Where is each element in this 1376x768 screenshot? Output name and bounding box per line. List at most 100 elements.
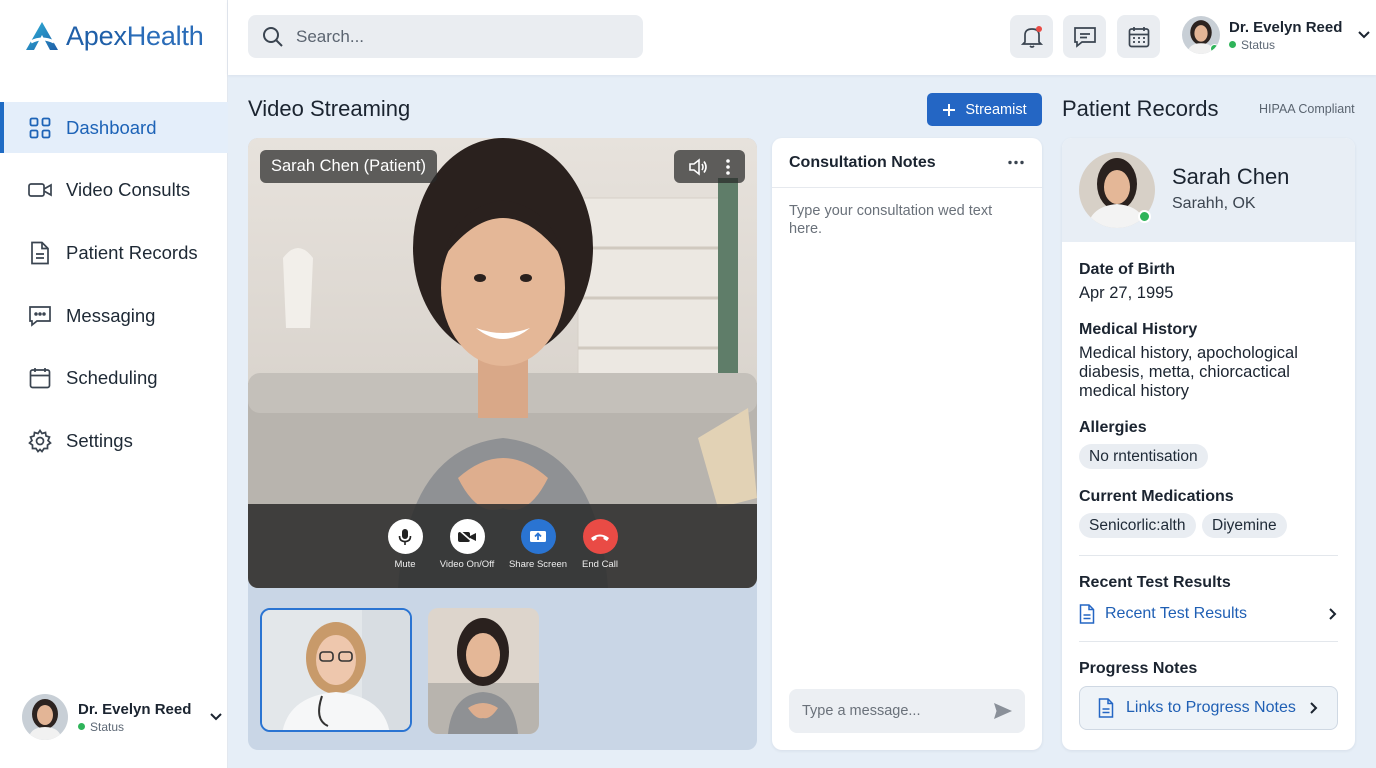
- chevron-down-icon: [210, 713, 223, 721]
- patient-header: Sarah Chen Sarahh, OK: [1062, 138, 1355, 242]
- tests-label: Recent Test Results: [1079, 574, 1231, 591]
- call-controls: Mute Video On/Off Share Screen End Call: [248, 504, 757, 588]
- patient-name: Sarah Chen: [1172, 164, 1290, 189]
- chevron-right-icon: [1329, 608, 1337, 620]
- search-bar[interactable]: [248, 15, 643, 58]
- sidebar-item-messaging[interactable]: Messaging: [0, 290, 228, 341]
- progress-label: Progress Notes: [1079, 660, 1198, 677]
- progress-notes-link[interactable]: Links to Progress Notes: [1079, 686, 1338, 730]
- sidebar-item-label: Dashboard: [66, 116, 157, 138]
- sidebar-item-label: Scheduling: [66, 367, 158, 389]
- allergy-chip: No rntentisation: [1079, 444, 1208, 469]
- share-screen-icon: [530, 530, 546, 542]
- top-user-menu[interactable]: Dr. Evelyn Reed Status: [1182, 16, 1371, 54]
- compliance-label: HIPAA Compliant: [1259, 102, 1355, 116]
- sidebar-user-menu[interactable]: Dr. Evelyn Reed Status: [22, 694, 223, 740]
- sidebar-item-label: Patient Records: [66, 241, 198, 263]
- more-horizontal-icon[interactable]: [1007, 160, 1025, 165]
- user-name: Dr. Evelyn Reed: [1229, 18, 1343, 36]
- sidebar-item-settings[interactable]: Settings: [0, 415, 228, 466]
- avatar: [1182, 16, 1220, 54]
- divider: [1079, 641, 1338, 642]
- user-status: Status: [1229, 38, 1342, 52]
- sidebar-item-patient-records[interactable]: Patient Records: [0, 227, 228, 278]
- chevron-right-icon: [1310, 702, 1318, 714]
- calendar-icon: [28, 366, 52, 390]
- message-box[interactable]: [789, 689, 1025, 733]
- user-name: Dr. Evelyn Reed: [78, 700, 192, 718]
- sidebar-item-label: Video Consults: [66, 179, 191, 201]
- dob-label: Date of Birth: [1079, 261, 1175, 278]
- messages-button[interactable]: [1063, 15, 1106, 58]
- search-icon: [263, 26, 283, 47]
- patient-location: Sarahh, OK: [1172, 195, 1256, 212]
- grid-icon: [28, 116, 52, 140]
- notes-title: Consultation Notes: [789, 153, 936, 171]
- sidebar-item-label: Messaging: [66, 304, 156, 326]
- notifications-button[interactable]: [1010, 15, 1053, 58]
- video-toggle-button[interactable]: Video On/Off: [427, 519, 507, 570]
- search-input[interactable]: [296, 26, 616, 47]
- doctor-self-view[interactable]: [260, 608, 412, 732]
- video-off-icon: [458, 528, 476, 545]
- video-panel: Sarah Chen (Patient) Mute Video On/Off S…: [248, 138, 757, 750]
- document-icon: [1098, 698, 1114, 718]
- document-icon: [1079, 604, 1095, 624]
- sidebar-item-scheduling[interactable]: Scheduling: [0, 353, 228, 404]
- bell-icon: [1020, 25, 1043, 48]
- allergies-label: Allergies: [1079, 419, 1147, 436]
- history-value: Medical history, apochological diabesis,…: [1079, 344, 1298, 400]
- more-vertical-icon[interactable]: [725, 158, 731, 176]
- dob-value: Apr 27, 1995: [1079, 284, 1174, 302]
- history-label: Medical History: [1079, 321, 1198, 338]
- sidebar-item-dashboard[interactable]: Dashboard: [0, 102, 228, 153]
- online-indicator: [1229, 41, 1236, 48]
- online-indicator: [1210, 44, 1219, 53]
- end-call-button[interactable]: End Call: [560, 519, 640, 570]
- notes-editor[interactable]: Type your consultation wed text here.: [772, 188, 1042, 252]
- records-heading: Patient Records: [1062, 96, 1219, 121]
- app-logo[interactable]: ApexHealth: [24, 20, 204, 52]
- sidebar-item-video-consults[interactable]: Video Consults: [0, 165, 228, 216]
- consultation-notes-panel: Consultation Notes Type your consultatio…: [772, 138, 1042, 750]
- plus-icon: [943, 103, 956, 116]
- online-indicator: [78, 723, 85, 730]
- speaker-icon[interactable]: [688, 157, 708, 176]
- doctor-video-image: [262, 610, 410, 730]
- sidebar: ApexHealth Dashboard Video Consults Pati…: [0, 0, 228, 768]
- top-bar: Dr. Evelyn Reed Status: [228, 0, 1376, 75]
- chevron-down-icon: [1358, 31, 1371, 39]
- medication-chip: Senicorlic:alth: [1079, 513, 1196, 538]
- notes-header: Consultation Notes: [772, 138, 1042, 188]
- recent-tests-link[interactable]: Recent Test Results: [1079, 602, 1338, 626]
- stream-button[interactable]: Streamist: [927, 93, 1042, 126]
- divider: [1079, 555, 1338, 556]
- message-input[interactable]: [802, 703, 982, 719]
- video-tools: [674, 150, 745, 183]
- medications-label: Current Medications: [1079, 488, 1234, 505]
- patient-video-feed[interactable]: Sarah Chen (Patient) Mute Video On/Off S…: [248, 138, 757, 588]
- user-status: Status: [78, 720, 191, 734]
- avatar: [22, 694, 68, 740]
- microphone-icon: [398, 528, 412, 545]
- medication-chip: Diyemine: [1202, 513, 1287, 538]
- online-indicator: [1138, 210, 1151, 223]
- chat-icon: [28, 304, 52, 328]
- gear-icon: [28, 428, 52, 453]
- patient-records-panel: Sarah Chen Sarahh, OK Date of Birth Apr …: [1062, 138, 1355, 750]
- chat-icon: [1073, 26, 1096, 48]
- sidebar-nav: Dashboard Video Consults Patient Records…: [0, 102, 228, 478]
- document-icon: [28, 241, 52, 265]
- phone-hangup-icon: [591, 534, 609, 541]
- calendar-icon: [1128, 26, 1149, 47]
- apex-logo-icon: [26, 22, 58, 50]
- patient-thumb-image: [428, 608, 539, 734]
- calendar-button[interactable]: [1117, 15, 1160, 58]
- sidebar-item-label: Settings: [66, 429, 133, 451]
- app-name: ApexHealth: [66, 20, 204, 51]
- send-icon[interactable]: [993, 702, 1013, 720]
- participant-label: Sarah Chen (Patient): [260, 150, 438, 183]
- video-heading: Video Streaming: [248, 96, 411, 121]
- video-camera-icon: [28, 178, 52, 202]
- patient-thumbnail[interactable]: [428, 608, 539, 734]
